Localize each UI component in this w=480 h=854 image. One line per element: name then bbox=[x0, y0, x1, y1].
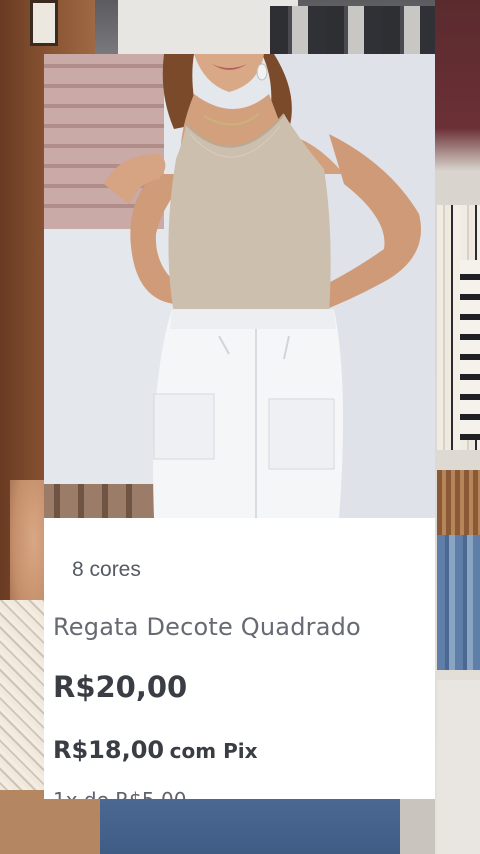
pix-price: R$18,00 bbox=[53, 736, 165, 764]
product-photo bbox=[44, 54, 435, 518]
video-frame: 8 cores Regata Decote Quadrado R$20,00 R… bbox=[0, 0, 480, 854]
pix-price-line: R$18,00 com Pix bbox=[53, 736, 257, 764]
product-name[interactable]: Regata Decote Quadrado bbox=[53, 613, 361, 641]
background-floor-bottom bbox=[0, 790, 100, 854]
background-tweed-skirt bbox=[0, 600, 48, 790]
background-jeans bbox=[437, 535, 480, 670]
product-card[interactable]: 8 cores Regata Decote Quadrado R$20,00 R… bbox=[44, 54, 435, 799]
product-image[interactable] bbox=[44, 54, 435, 518]
product-price: R$20,00 bbox=[53, 670, 188, 704]
pix-label: com Pix bbox=[169, 739, 258, 763]
background-striped-sweater bbox=[460, 260, 480, 440]
product-info: 8 cores Regata Decote Quadrado R$20,00 R… bbox=[44, 518, 435, 799]
installment-text: 1x de R$5,00 bbox=[53, 788, 186, 799]
background-hangers bbox=[437, 470, 480, 540]
color-count[interactable]: 8 cores bbox=[72, 558, 141, 582]
background-person-jeans bbox=[100, 790, 400, 854]
background-picture-frame bbox=[30, 0, 58, 46]
background-floor bbox=[437, 680, 480, 854]
